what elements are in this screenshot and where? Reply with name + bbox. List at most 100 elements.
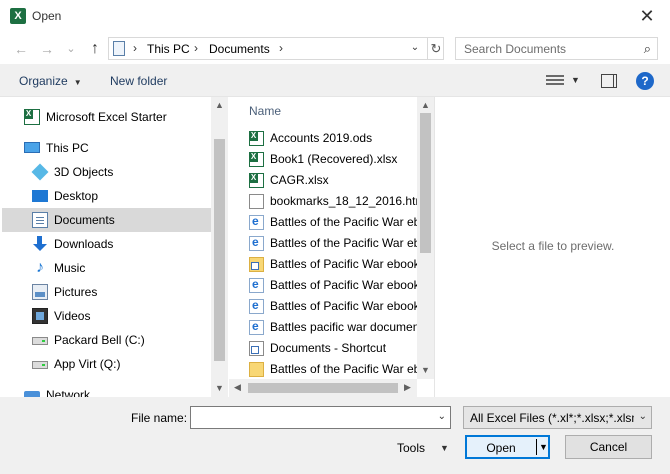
file-list-vertical-scrollbar[interactable]: ▲ ▼ (417, 97, 434, 379)
sidebar-item-videos[interactable]: Videos (2, 304, 211, 328)
chevron-down-icon[interactable]: ⌄ (438, 411, 446, 422)
new-folder-button[interactable]: New folder (110, 74, 167, 88)
file-item[interactable]: Battles of Pacific War ebook (249, 254, 420, 275)
file-name-label: File name: (131, 411, 188, 425)
scroll-up-arrow[interactable]: ▲ (215, 100, 224, 110)
file-item[interactable]: Battles of the Pacific War ebook (249, 359, 420, 380)
breadcrumb-documents[interactable]: Documents (209, 42, 270, 56)
file-item[interactable]: CAGR.xlsx (249, 170, 417, 191)
back-button[interactable]: ← (12, 40, 30, 58)
chevron-down-icon[interactable]: ⌄ (407, 42, 423, 53)
caret-down-icon[interactable]: ▼ (571, 75, 580, 85)
up-button[interactable]: ↑ (86, 40, 104, 58)
scrollbar-thumb[interactable] (248, 383, 398, 393)
cube-icon (31, 163, 49, 181)
scrollbar-thumb[interactable] (420, 113, 431, 253)
sidebar-scrollbar[interactable]: ▲ ▼ (211, 97, 228, 397)
sidebar-item-label: Music (54, 261, 86, 275)
sidebar-item-label: Pictures (54, 285, 98, 299)
refresh-button[interactable]: ↻ (427, 38, 444, 59)
sidebar-item-music[interactable]: ♪ Music (2, 256, 211, 280)
navigation-pane: Microsoft Excel Starter This PC 3D Objec… (0, 97, 229, 397)
close-button[interactable]: ✕ (624, 0, 670, 32)
edge-file-icon (249, 235, 264, 251)
recent-locations-button[interactable]: ⌄ (62, 40, 80, 58)
folder-icon (249, 362, 264, 377)
documents-icon (32, 212, 48, 228)
sidebar-item-downloads[interactable]: Downloads (2, 232, 211, 256)
sidebar-item-documents[interactable]: Documents (2, 208, 211, 232)
file-item[interactable]: Book1 (Recovered).xlsx (249, 149, 417, 170)
address-bar[interactable]: › This PC › Documents › ⌄ ↻ (108, 37, 444, 60)
videos-icon (32, 308, 48, 324)
dialog-footer: File name: ⌄ All Excel Files (*.xl*;*.xl… (0, 397, 670, 474)
desktop-icon (32, 190, 48, 202)
breadcrumb-separator[interactable]: › (194, 41, 198, 55)
scroll-left-arrow[interactable]: ◀ (234, 382, 241, 393)
preview-pane: Select a file to preview. (434, 97, 670, 397)
cancel-button[interactable]: Cancel (565, 435, 652, 459)
caret-down-icon[interactable]: ▼ (440, 443, 449, 453)
file-name-combobox[interactable]: ⌄ (190, 406, 451, 429)
drive-icon (32, 361, 48, 369)
folder-shortcut-icon (249, 257, 264, 272)
scroll-down-arrow[interactable]: ▼ (215, 383, 224, 393)
file-item[interactable]: Documents - Shortcut (249, 338, 417, 359)
chevron-down-icon[interactable]: ⌄ (639, 411, 647, 422)
breadcrumb-separator[interactable]: › (279, 41, 283, 55)
scroll-right-arrow[interactable]: ▶ (404, 382, 411, 393)
forward-button[interactable]: → (38, 40, 56, 58)
sidebar-item-label: App Virt (Q:) (54, 357, 121, 371)
sidebar-item-pictures[interactable]: Pictures (2, 280, 211, 304)
file-type-select[interactable]: All Excel Files (*.xl*;*.xlsx;*.xlsm;*.x… (463, 406, 652, 429)
help-icon[interactable]: ? (636, 72, 654, 90)
file-item[interactable]: Battles pacific war document (249, 317, 420, 338)
file-type-value: All Excel Files (*.xl*;*.xlsx;*.xlsm;*.x… (470, 411, 634, 425)
file-item[interactable]: Battles of Pacific War ebook (249, 296, 420, 317)
file-list-horizontal-scrollbar[interactable]: ◀ ▶ (229, 379, 417, 397)
edge-file-icon (249, 277, 264, 293)
search-box[interactable]: ⌕ (455, 37, 658, 60)
sidebar-item-desktop[interactable]: Desktop (2, 184, 211, 208)
file-name: Battles of the Pacific War ebook (270, 362, 420, 376)
preview-pane-icon[interactable] (601, 74, 617, 88)
column-header-name[interactable]: Name (249, 104, 281, 118)
command-toolbar: Organize ▼ New folder ▼ ? (0, 64, 670, 97)
title-bar: X Open ✕ (0, 0, 670, 32)
sidebar-item-network[interactable]: Network (2, 383, 211, 397)
view-options-icon[interactable] (546, 74, 564, 87)
file-item[interactable]: Accounts 2019.ods (249, 128, 417, 149)
excel-icon (24, 109, 40, 125)
open-button[interactable]: Open ▼ (465, 435, 550, 459)
open-button-label[interactable]: Open (466, 441, 536, 455)
scroll-up-arrow[interactable]: ▲ (421, 100, 430, 110)
file-name: CAGR.xlsx (270, 173, 329, 187)
caret-down-icon[interactable]: ▼ (539, 442, 548, 452)
file-name: Battles pacific war document (270, 320, 420, 334)
sidebar-item-excel-starter[interactable]: Microsoft Excel Starter (2, 105, 211, 129)
sidebar-item-3d-objects[interactable]: 3D Objects (2, 160, 211, 184)
file-name-input[interactable] (191, 407, 431, 428)
file-item[interactable]: Battles of the Pacific War ebook (249, 212, 420, 233)
search-icon[interactable]: ⌕ (644, 41, 651, 57)
file-name: Accounts 2019.ods (270, 131, 373, 145)
file-name: Battles of Pacific War ebook (270, 278, 420, 292)
file-name: bookmarks_18_12_2016.html (270, 194, 420, 208)
sidebar-item-this-pc[interactable]: This PC (2, 136, 211, 160)
scrollbar-thumb[interactable] (214, 139, 225, 361)
excel-file-icon (249, 152, 264, 167)
search-input[interactable] (456, 38, 636, 59)
scroll-down-arrow[interactable]: ▼ (421, 365, 430, 375)
sidebar-item-label: Microsoft Excel Starter (46, 110, 167, 124)
sidebar-item-drive-q[interactable]: App Virt (Q:) (2, 352, 211, 376)
file-item[interactable]: Battles of the Pacific War ebook (249, 233, 420, 254)
tools-button[interactable]: Tools (397, 441, 425, 455)
breadcrumb-separator[interactable]: › (133, 41, 137, 55)
sidebar-item-drive-c[interactable]: Packard Bell (C:) (2, 328, 211, 352)
file-item[interactable]: bookmarks_18_12_2016.html (249, 191, 420, 212)
computer-icon (24, 142, 40, 153)
sidebar-item-label: Packard Bell (C:) (54, 333, 145, 347)
organize-button[interactable]: Organize ▼ (19, 74, 82, 88)
breadcrumb-this-pc[interactable]: This PC (147, 42, 190, 56)
file-item[interactable]: Battles of Pacific War ebook (249, 275, 420, 296)
